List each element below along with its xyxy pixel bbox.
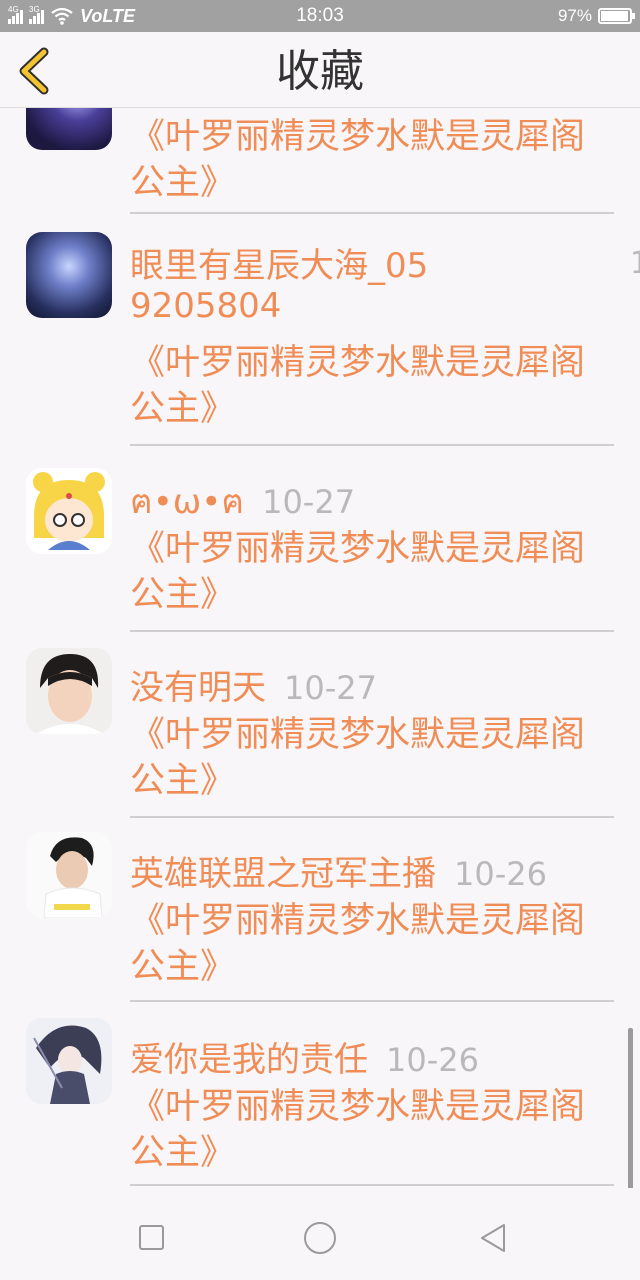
item-content: 《叶罗丽精灵梦水默是灵犀阁公主》 <box>130 715 586 801</box>
app-header: 收藏 <box>0 32 640 108</box>
avatar-illustration <box>26 1018 112 1104</box>
item-date: 10-26 <box>386 1041 479 1079</box>
avatar-cartoon <box>26 468 112 554</box>
status-right: 97% <box>557 6 635 26</box>
status-bar: 4G 3G VoLTE 18:03 97% <box>0 0 640 32</box>
favorites-list[interactable]: 《叶罗丽精灵梦水默是灵犀阁公主》 眼里有星辰大海_059205804 1 《叶罗… <box>0 108 640 1188</box>
nav-recents-icon[interactable] <box>139 1225 164 1250</box>
clock: 18:03 <box>296 5 344 26</box>
list-item[interactable]: 没有明天 10-27 《叶罗丽精灵梦水默是灵犀阁公主》 <box>0 632 640 818</box>
item-date: 1 <box>630 246 640 281</box>
list-item[interactable]: 眼里有星辰大海_059205804 1 《叶罗丽精灵梦水默是灵犀阁公主》 <box>0 214 640 446</box>
user-name: 眼里有星辰大海_059205804 <box>130 246 429 326</box>
item-content: 《叶罗丽精灵梦水默是灵犀阁公主》 <box>130 1087 586 1173</box>
item-content: 《叶罗丽精灵梦水默是灵犀阁公主》 <box>130 529 586 615</box>
avatar[interactable] <box>26 648 112 734</box>
battery-percent: 97% <box>557 6 592 25</box>
avatar-photo <box>26 648 112 734</box>
item-content: 《叶罗丽精灵梦水默是灵犀阁公主》 <box>130 901 586 987</box>
item-date: 10-27 <box>262 483 356 521</box>
user-name-row: ฅ•ω•ฅ 10-27 <box>130 482 355 522</box>
user-name-row: 爱你是我的责任 10-26 <box>130 1040 479 1080</box>
item-date: 10-26 <box>454 855 547 893</box>
user-name-row: 英雄联盟之冠军主播 10-26 <box>130 854 547 894</box>
user-name: 没有明天 <box>130 668 266 708</box>
item-date: 10-27 <box>284 669 377 707</box>
nav-home-icon[interactable] <box>304 1222 336 1254</box>
nav-back-icon[interactable] <box>478 1222 508 1254</box>
scrollbar-thumb[interactable] <box>628 1028 633 1190</box>
item-content: 《叶罗丽精灵梦水默是灵犀阁公主》 <box>130 117 586 203</box>
list-item[interactable]: 爱你是我的责任 10-26 《叶罗丽精灵梦水默是灵犀阁公主》 <box>0 1004 640 1188</box>
item-content: 《叶罗丽精灵梦水默是灵犀阁公主》 <box>130 343 586 429</box>
user-name: ฅ•ω•ฅ <box>130 482 245 522</box>
avatar[interactable] <box>26 108 112 150</box>
avatar[interactable] <box>26 232 112 318</box>
user-name-row: 没有明天 10-27 <box>130 668 377 708</box>
system-nav-bar <box>0 1188 640 1280</box>
avatar[interactable] <box>26 468 112 554</box>
avatar[interactable] <box>26 832 112 918</box>
user-name: 英雄联盟之冠军主播 <box>130 854 436 894</box>
page-title: 收藏 <box>276 46 364 97</box>
list-item[interactable]: 《叶罗丽精灵梦水默是灵犀阁公主》 <box>0 108 640 214</box>
divider <box>130 1000 614 1002</box>
battery-icon <box>598 8 635 24</box>
list-item[interactable]: ฅ•ω•ฅ 10-27 《叶罗丽精灵梦水默是灵犀阁公主》 <box>0 446 640 632</box>
list-item[interactable]: 英雄联盟之冠军主播 10-26 《叶罗丽精灵梦水默是灵犀阁公主》 <box>0 818 640 1004</box>
avatar-photo <box>26 832 112 918</box>
user-name: 爱你是我的责任 <box>130 1040 368 1080</box>
divider <box>130 1184 614 1186</box>
avatar[interactable] <box>26 1018 112 1104</box>
